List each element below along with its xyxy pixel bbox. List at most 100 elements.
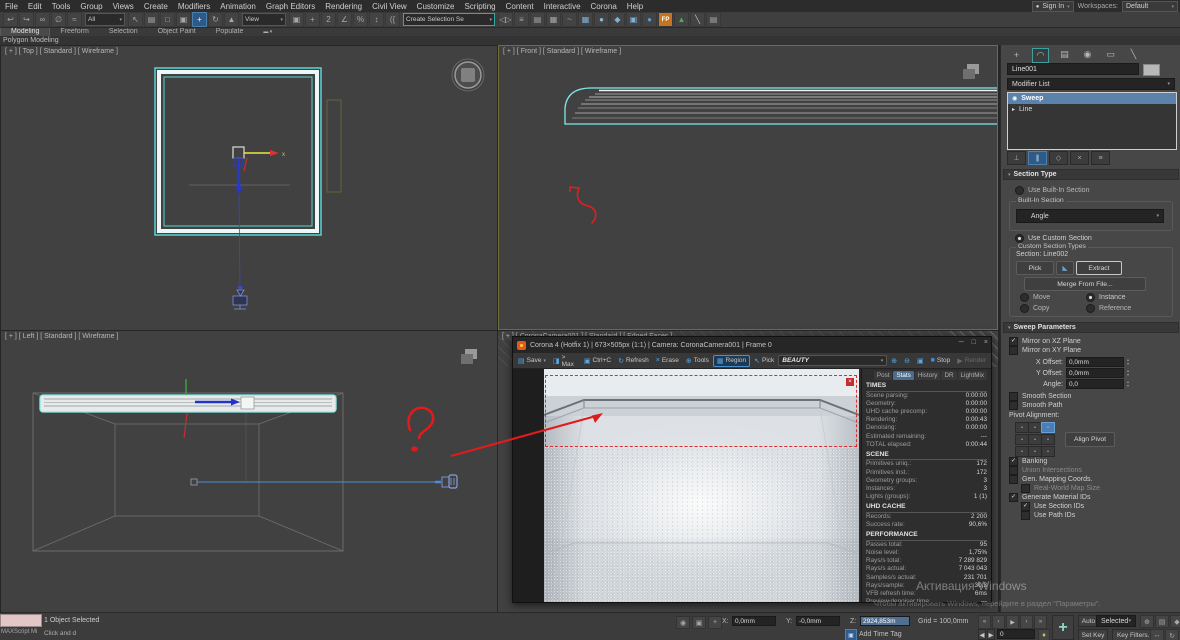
next-key-icon[interactable]: ▶	[987, 629, 995, 640]
play-button[interactable]: ▶	[1006, 615, 1019, 629]
sign-in-button[interactable]: ● Sign In ▾	[1031, 1, 1074, 12]
previous-key-icon[interactable]: ◀	[978, 629, 986, 640]
menu-item-help[interactable]: Help	[622, 2, 648, 11]
isolate-selection-icon[interactable]: ◉	[676, 616, 690, 629]
checkbox[interactable]	[1009, 392, 1018, 401]
visibility-eye-icon[interactable]: ◉	[1012, 95, 1017, 102]
spinner-field[interactable]: 0,0	[1066, 379, 1124, 389]
checkbox-row-smooth-path[interactable]: Smooth Path	[1001, 401, 1180, 410]
use-built-in-section-option[interactable]: Use Built-In Section	[1007, 186, 1089, 195]
checkbox-row-use-section-ids[interactable]: ✓ Use Section IDs	[1001, 502, 1180, 511]
coord-y-field[interactable]: -0,0mm	[796, 616, 840, 626]
pivot-align-cell-6[interactable]: •	[1015, 446, 1029, 457]
pick-section-button[interactable]: Pick	[1016, 261, 1054, 275]
modifier-stack-item-line[interactable]: ▸ Line	[1008, 104, 1176, 115]
key-mode-icon[interactable]: ♦	[1038, 629, 1050, 640]
menu-item-customize[interactable]: Customize	[412, 2, 460, 11]
menu-item-tools[interactable]: Tools	[47, 2, 76, 11]
refresh-button[interactable]: ↻ Refresh	[615, 356, 652, 366]
mirror-icon[interactable]: ◁▷	[498, 12, 513, 27]
fp-badge-icon[interactable]: FP	[658, 12, 673, 27]
select-and-scale-icon[interactable]: ▲	[224, 12, 239, 27]
curve-editor-icon[interactable]: ~	[562, 12, 577, 27]
checkbox[interactable]	[1009, 346, 1018, 355]
render-setup-icon[interactable]: ◆	[610, 12, 625, 27]
copy-button[interactable]: ▣ Ctrl+C	[581, 356, 614, 366]
object-name-field[interactable]: Line001	[1007, 63, 1139, 75]
checkbox-row-smooth-section[interactable]: Smooth Section	[1001, 392, 1180, 401]
motion-tab-icon[interactable]: ◉	[1080, 48, 1095, 61]
pivot-align-cell-8[interactable]: •	[1041, 446, 1055, 457]
pick-button[interactable]: ↖ Pick	[751, 356, 777, 366]
checkbox[interactable]	[1021, 511, 1030, 520]
remove-modifier-icon[interactable]: ×	[1070, 151, 1089, 165]
ribbon-tab-freeform[interactable]: Freeform	[50, 27, 98, 36]
go-to-start-button[interactable]: «	[978, 615, 991, 629]
pin-stack-icon[interactable]: ⊥	[1007, 151, 1026, 165]
save-button[interactable]: ▤ Save ▾	[515, 356, 549, 366]
viewport-top-label[interactable]: [ + ] [ Top ] [ Standard ] [ Wireframe ]	[5, 48, 118, 55]
select-and-rotate-icon[interactable]: ↻	[208, 12, 223, 27]
built-in-section-dropdown[interactable]: ∟ Angle ▾	[1016, 209, 1164, 223]
viewport-top[interactable]: [ + ] [ Top ] [ Standard ] [ Wireframe ]…	[1, 46, 497, 330]
vfb-tab-dr[interactable]: DR	[941, 371, 957, 380]
merge-from-file-button[interactable]: Merge From File...	[1024, 277, 1146, 291]
display-tab-icon[interactable]: ▭	[1103, 48, 1118, 61]
previous-frame-button[interactable]: ‹	[992, 615, 1005, 629]
corona-vfb-window[interactable]: Corona 4 (Hotfix 1) | 673×505px (1:1) | …	[512, 336, 992, 603]
spinner-field[interactable]: 0,0mm	[1066, 357, 1124, 367]
schematic-view-icon[interactable]: ▦	[578, 12, 593, 27]
orbit-view-icon[interactable]: ↻	[1165, 629, 1179, 640]
checkbox[interactable]	[1021, 484, 1030, 493]
stop-button[interactable]: ■ Stop	[928, 356, 954, 365]
select-link-icon[interactable]: ∞	[35, 12, 50, 27]
checkbox-row-mirror-on-xy-plane[interactable]: Mirror on XY Plane	[1001, 346, 1180, 355]
reference-coordinate-dropdown[interactable]: View ▾	[242, 13, 286, 26]
section-preview-icon[interactable]: ◣	[1056, 261, 1074, 275]
utilities-tab-icon[interactable]: ╲	[1126, 48, 1141, 61]
menu-item-modifiers[interactable]: Modifiers	[173, 2, 215, 11]
checkbox-row-mirror-on-xz-plane[interactable]: ✓ Mirror on XZ Plane	[1001, 337, 1180, 346]
spinner-arrows[interactable]: ▴ ▾	[1127, 380, 1129, 388]
angle-snap-icon[interactable]: ∠	[337, 12, 352, 27]
tools-button[interactable]: ⊕ Tools	[683, 356, 712, 366]
expand-icon[interactable]: ▸	[1012, 106, 1015, 113]
unlink-selection-icon[interactable]: ∅	[51, 12, 66, 27]
forest-pack-icon[interactable]: ▲	[674, 12, 689, 27]
use-custom-section-option[interactable]: Use Custom Section	[1007, 234, 1092, 243]
vfb-tab-history[interactable]: History	[914, 371, 941, 380]
pan-view-icon[interactable]: ↔	[1150, 629, 1164, 640]
menu-item-interactive[interactable]: Interactive	[539, 2, 586, 11]
reference-radio[interactable]	[1086, 304, 1095, 313]
vfb-title-bar[interactable]: Corona 4 (Hotfix 1) | 673×505px (1:1) | …	[513, 337, 991, 353]
named-selection-dropdown[interactable]: Create Selection Se ▾	[403, 13, 495, 26]
spinner-snap-icon[interactable]: ↕	[369, 12, 384, 27]
pivot-align-cell-5[interactable]: •	[1041, 434, 1055, 445]
menu-item-animation[interactable]: Animation	[215, 2, 261, 11]
use-built-in-radio[interactable]	[1015, 186, 1024, 195]
spinner-arrows[interactable]: ▴ ▾	[1127, 369, 1129, 377]
tools-wrench-icon[interactable]: ╲	[690, 12, 705, 27]
time-tag-icon[interactable]: ▣	[845, 629, 857, 640]
viewport-front[interactable]: [ + ] [ Front ] [ Standard ] [ Wireframe…	[498, 45, 998, 330]
region-button[interactable]: ▦ Region	[712, 354, 751, 367]
checkbox[interactable]: ✓	[1009, 457, 1018, 466]
ribbon-overflow-dropdown[interactable]: ▬ ▾	[253, 27, 282, 36]
percent-snap-icon[interactable]: %	[353, 12, 368, 27]
viewport-left-label[interactable]: [ + ] [ Left ] [ Standard ] [ Wireframe …	[5, 333, 118, 340]
make-unique-icon[interactable]: ◇	[1049, 151, 1068, 165]
checkbox-row-union-intersections[interactable]: Union Intersections	[1001, 466, 1180, 475]
align-pivot-button[interactable]: Align Pivot	[1065, 432, 1115, 447]
checkbox-row-use-path-ids[interactable]: Use Path IDs	[1001, 511, 1180, 520]
maxscript-mini-listener[interactable]	[0, 614, 42, 627]
select-and-place-icon[interactable]: +	[305, 12, 320, 27]
list-table-icon[interactable]: ▤	[706, 12, 721, 27]
checkbox-row-banking[interactable]: ✓ Banking	[1001, 457, 1180, 466]
rendered-frame-window-icon[interactable]: ▣	[626, 12, 641, 27]
move-radio[interactable]	[1020, 293, 1029, 302]
instance-option[interactable]: Instance	[1086, 293, 1125, 302]
select-by-name-icon[interactable]: ▤	[144, 12, 159, 27]
zoom-fit-button[interactable]: ▣	[914, 356, 927, 366]
menu-item-graph-editors[interactable]: Graph Editors	[261, 2, 320, 11]
current-frame-field[interactable]: 0	[997, 629, 1035, 639]
